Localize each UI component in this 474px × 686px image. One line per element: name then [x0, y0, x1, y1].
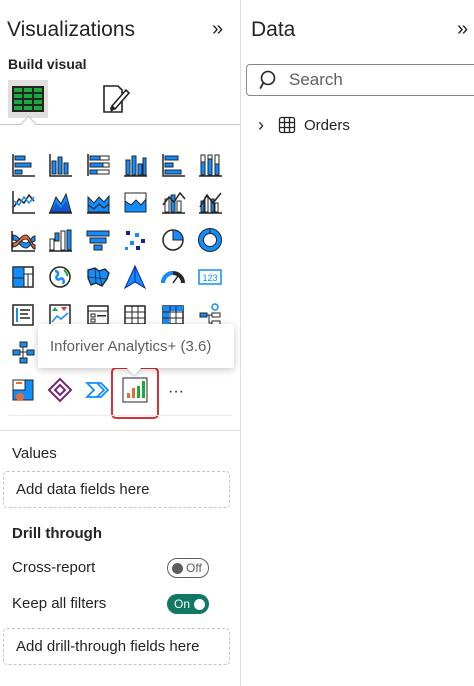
- donut-chart-icon[interactable]: [192, 221, 230, 259]
- values-drop-well[interactable]: Add data fields here: [3, 471, 230, 508]
- format-paintbrush-icon: [103, 85, 131, 113]
- keep-all-filters-label: Keep all filters: [12, 595, 107, 612]
- build-visual-tab[interactable]: [8, 80, 48, 118]
- selected-visual-highlight: [111, 367, 159, 419]
- section-divider: [0, 430, 240, 431]
- stacked-bar-chart-icon[interactable]: [4, 146, 42, 184]
- treemap-icon[interactable]: [4, 259, 42, 297]
- expand-chevron-icon[interactable]: ›: [258, 115, 272, 136]
- area-chart-icon[interactable]: [42, 184, 80, 222]
- format-visual-tab[interactable]: [95, 80, 135, 118]
- key-influencers-icon[interactable]: [4, 334, 42, 372]
- fields-grid-icon: [12, 86, 44, 112]
- visual-row: 123: [4, 259, 232, 297]
- keep-all-filters-toggle[interactable]: On: [167, 594, 209, 614]
- more-visuals-button[interactable]: ···: [164, 380, 188, 404]
- line-and-stacked-column-chart-icon[interactable]: [154, 184, 192, 222]
- 100-percent-stacked-column-chart-icon[interactable]: [192, 146, 230, 184]
- visualizations-title: Visualizations: [7, 18, 136, 41]
- drill-through-label: Drill through: [12, 525, 102, 542]
- collapse-visualizations-button[interactable]: »: [212, 18, 223, 41]
- collapse-data-button[interactable]: »: [457, 18, 468, 41]
- search-input[interactable]: [287, 69, 451, 91]
- visual-row: [4, 184, 232, 222]
- scatter-chart-icon[interactable]: [117, 221, 155, 259]
- visual-row: [4, 146, 232, 184]
- active-tab-caret: [20, 115, 37, 132]
- cross-report-label: Cross-report: [12, 559, 96, 576]
- table-name: Orders: [304, 116, 350, 134]
- 100-percent-stacked-bar-chart-icon[interactable]: [79, 146, 117, 184]
- clustered-bar-chart-icon[interactable]: [42, 146, 80, 184]
- multi-row-card-icon[interactable]: [4, 296, 42, 334]
- cross-report-state: Off: [186, 561, 202, 575]
- search-icon: [259, 70, 276, 89]
- azure-map-icon[interactable]: [117, 259, 155, 297]
- map-icon[interactable]: [42, 259, 80, 297]
- table-icon: [278, 116, 296, 134]
- search-box[interactable]: [246, 64, 474, 96]
- toggle-knob: [194, 598, 206, 610]
- values-label: Values: [12, 445, 57, 462]
- line-chart-icon[interactable]: [4, 184, 42, 222]
- clustered-column-chart-icon[interactable]: [154, 146, 192, 184]
- tab-underline: [0, 124, 240, 125]
- visual-row: [4, 221, 232, 259]
- funnel-chart-icon[interactable]: [79, 221, 117, 259]
- drill-through-drop-well[interactable]: Add drill-through fields here: [3, 628, 230, 665]
- build-visual-label: Build visual: [8, 56, 87, 72]
- 100-percent-stacked-area-chart-icon[interactable]: [117, 184, 155, 222]
- stacked-column-chart-icon[interactable]: [117, 146, 155, 184]
- toggle-knob: [172, 562, 183, 574]
- data-title: Data: [251, 18, 296, 41]
- stacked-area-chart-icon[interactable]: [79, 184, 117, 222]
- gauge-icon[interactable]: [154, 259, 192, 297]
- ribbon-chart-icon[interactable]: [4, 221, 42, 259]
- keep-all-filters-state: On: [174, 597, 191, 611]
- card-icon[interactable]: 123: [192, 259, 230, 297]
- gallery-divider: [8, 415, 232, 416]
- svg-text:123: 123: [203, 273, 218, 283]
- cross-report-toggle[interactable]: Off: [167, 558, 209, 578]
- visual-tooltip: Inforiver Analytics+ (3.6): [38, 324, 234, 368]
- powerapps-diamond-icon[interactable]: [42, 371, 80, 409]
- python-visual-icon[interactable]: [4, 371, 42, 409]
- pie-chart-icon[interactable]: [154, 221, 192, 259]
- data-pane: Data »: [241, 0, 474, 686]
- waterfall-chart-icon[interactable]: [42, 221, 80, 259]
- filled-map-icon[interactable]: [79, 259, 117, 297]
- table-orders-item[interactable]: › Orders: [258, 113, 350, 137]
- line-and-clustered-column-chart-icon[interactable]: [192, 184, 230, 222]
